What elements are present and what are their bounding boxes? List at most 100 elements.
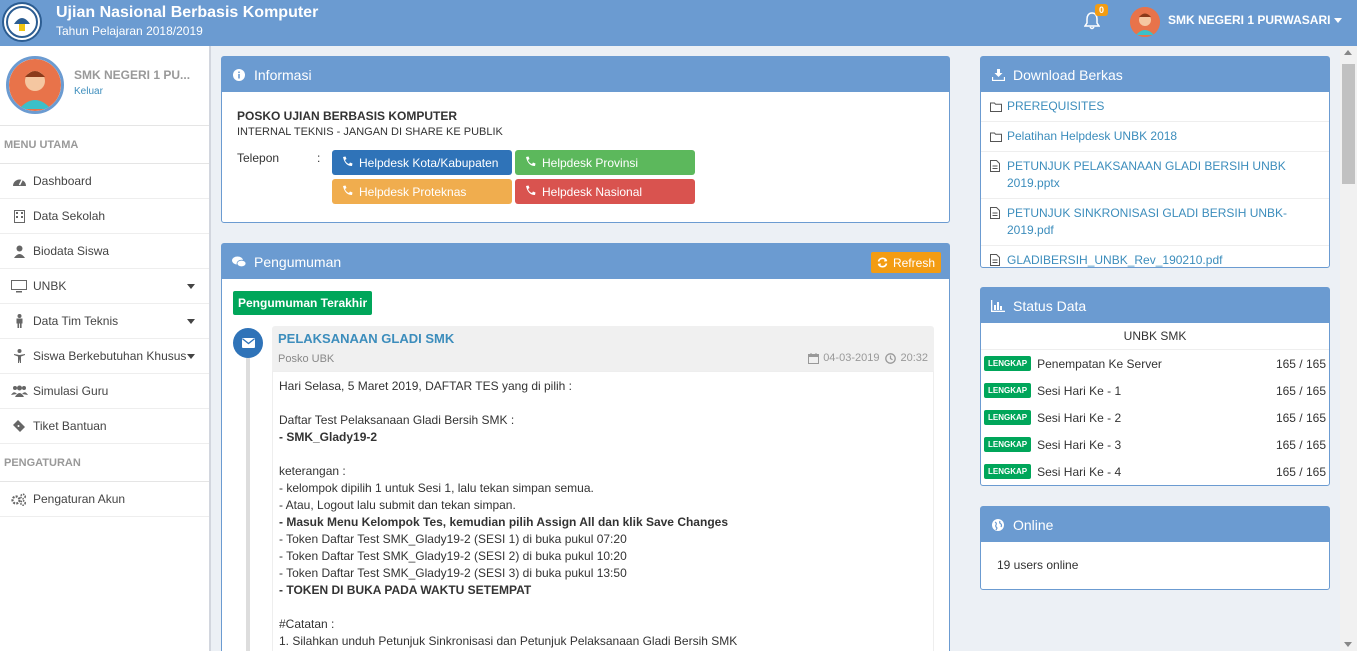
status-subheading: UNBK SMK [981, 323, 1329, 350]
sidebar-item-biodata-siswa[interactable]: Biodata Siswa [0, 234, 209, 269]
body-line: - TOKEN DI BUKA PADA WAKTU SETEMPAT [279, 583, 532, 597]
profile-avatar [6, 56, 64, 114]
body-line: #Catatan : [279, 617, 335, 631]
announcement-date: 04-03-2019 [823, 352, 880, 364]
file-icon [990, 254, 1001, 266]
status-label: Sesi Hari Ke - 4 [1037, 464, 1122, 479]
download-header: Download Berkas [981, 57, 1329, 92]
helpdesk-proteknas-button[interactable]: Helpdesk Proteknas [332, 179, 512, 204]
latest-announcement-tag: Pengumuman Terakhir [233, 291, 373, 315]
cogs-icon [10, 492, 28, 506]
app-subtitle: Tahun Pelajaran 2018/2019 [56, 24, 203, 38]
telepon-colon: : [317, 151, 321, 165]
info-note: INTERNAL TEKNIS - JANGAN DI SHARE KE PUB… [237, 126, 503, 138]
refresh-button[interactable]: Refresh [870, 252, 941, 273]
page-scrollbar[interactable] [1340, 46, 1357, 651]
download-icon [991, 68, 1005, 82]
calendar-icon [808, 352, 820, 364]
helpdesk-kota-button[interactable]: Helpdesk Kota/Kabupaten [332, 150, 512, 175]
announcement-body: Hari Selasa, 5 Maret 2019, DAFTAR TES ya… [272, 371, 934, 651]
file-icon [990, 207, 1001, 219]
button-label: Refresh [892, 255, 935, 270]
body-line: 1. Silahkan unduh Petunjuk Sinkronisasi … [279, 634, 738, 648]
menu-section-main: MENU UTAMA [0, 126, 209, 164]
sidebar-item-unbk[interactable]: UNBK [0, 269, 209, 304]
button-label: Helpdesk Provinsi [542, 155, 639, 170]
status-label: Sesi Hari Ke - 2 [1037, 410, 1122, 425]
caret-down-icon [187, 354, 195, 359]
scroll-up-arrow-icon[interactable] [1344, 50, 1352, 55]
status-value: 165 / 165 [1275, 464, 1326, 479]
sidebar-item-label: Data Tim Teknis [33, 314, 119, 328]
body-line: - Token Daftar Test SMK_Glady19-2 (SESI … [279, 566, 627, 580]
announcement-title[interactable]: PELAKSANAAN GLADI SMK [278, 331, 454, 346]
child-icon [10, 349, 28, 363]
logout-link[interactable]: Keluar [74, 86, 103, 97]
sidebar: SMK NEGERI 1 PU... Keluar MENU UTAMA Das… [0, 46, 211, 651]
panel-title: Online [1013, 516, 1054, 533]
status-badge: LENGKAP [984, 383, 1032, 398]
download-item-gladibersih[interactable]: GLADIBERSIH_UNBK_Rev_190210.pdf [981, 246, 1329, 275]
user-menu[interactable]: SMK NEGERI 1 PURWASARI [1168, 13, 1330, 27]
sidebar-item-label: Siswa Berkebutuhan Khusus [33, 349, 187, 363]
status-value: 165 / 165 [1275, 383, 1326, 398]
panel-title: Informasi [254, 66, 312, 83]
profile-name: SMK NEGERI 1 PU... [74, 68, 191, 82]
tut-wuri-logo [2, 2, 42, 42]
download-item-petunjuk-sinkronisasi[interactable]: PETUNJUK SINKRONISASI GLADI BERSIH UNBK-… [981, 199, 1329, 246]
sidebar-item-data-tim-teknis[interactable]: Data Tim Teknis [0, 304, 209, 339]
status-label: Penempatan Ke Server [1037, 356, 1162, 371]
sidebar-item-siswa-berkebutuhan-khusus[interactable]: Siswa Berkebutuhan Khusus [0, 339, 209, 374]
status-label: Sesi Hari Ke - 3 [1037, 437, 1122, 452]
sidebar-item-label: UNBK [33, 279, 67, 293]
download-item-prerequisites[interactable]: PREREQUISITES [981, 92, 1329, 122]
status-value: 165 / 165 [1275, 410, 1326, 425]
user-icon [10, 244, 28, 258]
sidebar-item-tiket-bantuan[interactable]: Tiket Bantuan [0, 409, 209, 444]
status-row: LENGKAP Sesi Hari Ke - 1 165 / 165 [981, 377, 1329, 404]
download-item-petunjuk-pelaksanaan[interactable]: PETUNJUK PELAKSANAAN GLADI BERSIH UNBK 2… [981, 152, 1329, 199]
button-label: Helpdesk Nasional [542, 184, 643, 199]
online-header: Online [981, 507, 1329, 542]
download-item-label: PETUNJUK SINKRONISASI GLADI BERSIH UNBK-… [1007, 206, 1288, 237]
caret-down-icon [187, 319, 195, 324]
informasi-panel: Informasi POSKO UJIAN BERBASIS KOMPUTER … [221, 56, 950, 223]
sidebar-item-label: Dashboard [33, 174, 92, 188]
sidebar-item-simulasi-guru[interactable]: Simulasi Guru [0, 374, 209, 409]
body-line: Daftar Test Pelaksanaan Gladi Bersih SMK… [279, 413, 515, 427]
top-header: Ujian Nasional Berbasis Komputer Tahun P… [0, 0, 1357, 46]
comments-icon [232, 255, 246, 269]
status-panel: Status Data UNBK SMK LENGKAP Penempatan … [980, 287, 1330, 486]
telepon-label: Telepon [237, 151, 280, 165]
user-avatar[interactable] [1130, 7, 1160, 37]
announcement-time: 20:32 [900, 352, 928, 364]
users-icon [10, 384, 28, 398]
refresh-icon [877, 257, 888, 268]
sidebar-item-dashboard[interactable]: Dashboard [0, 164, 209, 199]
phone-icon [342, 185, 354, 199]
button-label: Helpdesk Proteknas [359, 184, 467, 199]
info-title: POSKO UJIAN BERBASIS KOMPUTER [237, 109, 458, 123]
sidebar-profile: SMK NEGERI 1 PU... Keluar [0, 46, 209, 126]
status-header: Status Data [981, 288, 1329, 323]
sidebar-item-pengaturan-akun[interactable]: Pengaturan Akun [0, 482, 209, 517]
timeline-line [246, 340, 250, 651]
sidebar-item-data-sekolah[interactable]: Data Sekolah [0, 199, 209, 234]
pengumuman-header: Pengumuman Refresh [222, 244, 949, 279]
status-label: Sesi Hari Ke - 1 [1037, 383, 1122, 398]
scroll-thumb[interactable] [1342, 64, 1355, 184]
download-item-pelatihan[interactable]: Pelatihan Helpdesk UNBK 2018 [981, 122, 1329, 152]
helpdesk-nasional-button[interactable]: Helpdesk Nasional [515, 179, 695, 204]
monitor-icon [10, 279, 28, 293]
male-icon [10, 314, 28, 328]
caret-down-icon [187, 284, 195, 289]
caret-down-icon[interactable] [1334, 18, 1342, 23]
scroll-down-arrow-icon[interactable] [1344, 642, 1352, 647]
body-line: Hari Selasa, 5 Maret 2019, DAFTAR TES ya… [279, 379, 573, 393]
helpdesk-provinsi-button[interactable]: Helpdesk Provinsi [515, 150, 695, 175]
body-line: - SMK_Glady19-2 [279, 430, 378, 444]
sidebar-item-label: Data Sekolah [33, 209, 106, 223]
status-row: LENGKAP Sesi Hari Ke - 4 165 / 165 [981, 458, 1329, 485]
body-line [279, 395, 927, 412]
body-line: - Token Daftar Test SMK_Glady19-2 (SESI … [279, 549, 627, 563]
